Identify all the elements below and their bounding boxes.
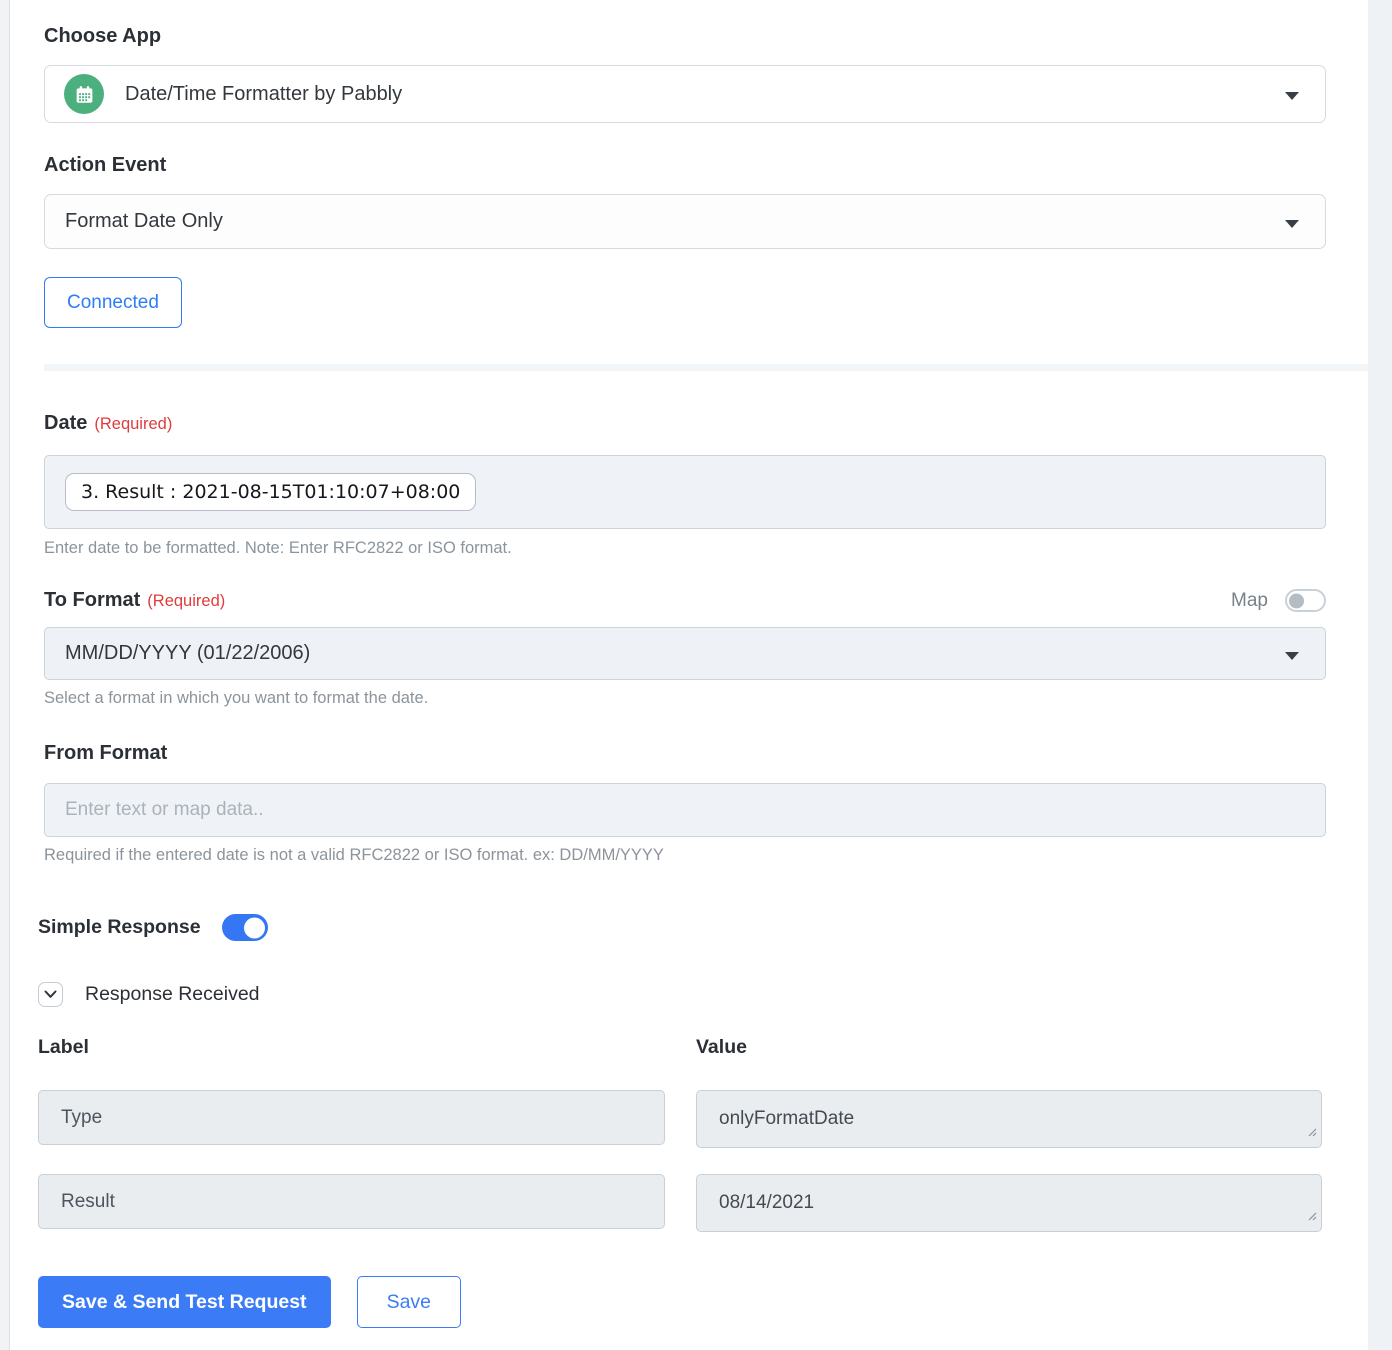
date-field-label: Date bbox=[44, 412, 88, 434]
map-toggle[interactable] bbox=[1285, 589, 1326, 612]
simple-response-toggle[interactable] bbox=[221, 914, 268, 941]
map-toggle-label: Map bbox=[1231, 589, 1268, 611]
to-format-value: MM/DD/YYYY (01/22/2006) bbox=[65, 642, 311, 664]
caret-down-icon bbox=[1285, 92, 1299, 100]
resize-grip-icon[interactable] bbox=[1306, 1205, 1317, 1227]
response-value-field[interactable]: 08/14/2021 bbox=[696, 1174, 1322, 1232]
app-select[interactable]: Date/Time Formatter by Pabbly bbox=[44, 65, 1326, 123]
page-left-gutter bbox=[0, 0, 10, 1350]
to-format-required-tag: (Required) bbox=[147, 592, 226, 610]
save-send-test-request-button[interactable]: Save & Send Test Request bbox=[38, 1276, 331, 1328]
mapped-data-token[interactable]: 3. Result : 2021-08-15T01:10:07+08:00 bbox=[65, 473, 477, 511]
response-received-label: Response Received bbox=[85, 983, 260, 1005]
calendar-icon bbox=[64, 74, 104, 114]
response-label-field[interactable]: Result bbox=[38, 1174, 665, 1229]
app-select-value: Date/Time Formatter by Pabbly bbox=[125, 82, 403, 105]
value-column-header: Value bbox=[696, 1036, 747, 1058]
action-event-value: Format Date Only bbox=[65, 210, 223, 232]
response-value-text: onlyFormatDate bbox=[719, 1108, 855, 1129]
chevron-down-icon bbox=[44, 990, 57, 998]
caret-down-icon bbox=[1285, 219, 1299, 228]
action-setup-panel: Choose App Date/Time Formatter by Pabbly… bbox=[11, 0, 1368, 1350]
toggle-knob bbox=[243, 917, 265, 938]
response-row-result: Result 08/14/2021 bbox=[38, 1174, 1326, 1232]
action-event-label: Action Event bbox=[44, 154, 167, 176]
response-label-field[interactable]: Type bbox=[38, 1090, 665, 1145]
action-event-select[interactable]: Format Date Only bbox=[44, 194, 1326, 249]
field-mapping-section: Date (Required) 3. Result : 2021-08-15T0… bbox=[11, 412, 1368, 865]
toggle-knob bbox=[1289, 593, 1304, 608]
to-format-label: To Format bbox=[44, 589, 141, 611]
from-format-label: From Format bbox=[44, 742, 168, 764]
date-helper-text: Enter date to be formatted. Note: Enter … bbox=[44, 539, 512, 557]
save-button[interactable]: Save bbox=[356, 1276, 462, 1328]
from-format-input[interactable] bbox=[44, 783, 1326, 837]
response-section: Simple Response Response Received Label … bbox=[11, 914, 1368, 1328]
date-input[interactable]: 3. Result : 2021-08-15T01:10:07+08:00 bbox=[44, 455, 1326, 529]
caret-down-icon bbox=[1285, 651, 1299, 660]
page-right-gutter bbox=[1368, 0, 1392, 1350]
choose-app-label: Choose App bbox=[44, 25, 162, 47]
connected-button[interactable]: Connected bbox=[44, 277, 182, 328]
to-format-select[interactable]: MM/DD/YYYY (01/22/2006) bbox=[44, 627, 1326, 680]
from-format-helper-text: Required if the entered date is not a va… bbox=[44, 846, 664, 864]
label-column-header: Label bbox=[38, 1036, 89, 1058]
section-divider bbox=[44, 364, 1368, 371]
to-format-helper-text: Select a format in which you want to for… bbox=[44, 689, 429, 707]
resize-grip-icon[interactable] bbox=[1306, 1121, 1317, 1143]
response-value-text: 08/14/2021 bbox=[719, 1192, 815, 1213]
simple-response-label: Simple Response bbox=[38, 916, 201, 938]
response-value-field[interactable]: onlyFormatDate bbox=[696, 1090, 1322, 1148]
date-required-tag: (Required) bbox=[94, 415, 173, 433]
app-config-section: Choose App Date/Time Formatter by Pabbly… bbox=[11, 0, 1368, 328]
response-row-type: Type onlyFormatDate bbox=[38, 1090, 1326, 1148]
response-collapse-button[interactable] bbox=[38, 982, 63, 1007]
